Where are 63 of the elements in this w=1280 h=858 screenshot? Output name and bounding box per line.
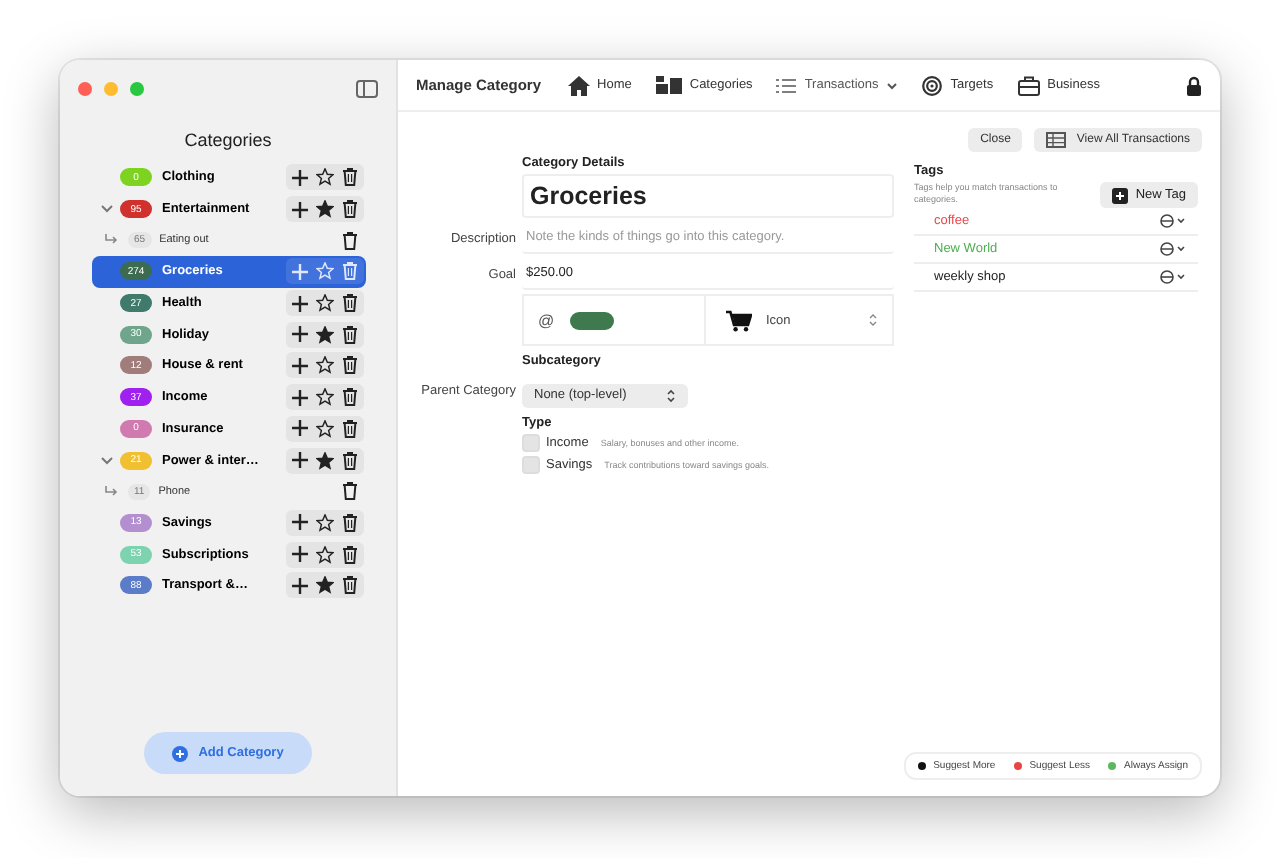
close-window-control[interactable] xyxy=(78,81,92,95)
trash-icon[interactable] xyxy=(342,325,358,344)
trash-icon[interactable] xyxy=(342,419,358,438)
star-icon[interactable] xyxy=(316,388,334,407)
star-icon[interactable] xyxy=(316,356,334,375)
trash-icon[interactable] xyxy=(342,545,358,564)
trash-icon[interactable] xyxy=(342,168,358,187)
rule-menu-icon[interactable] xyxy=(1160,214,1188,228)
sidebar-title: Categories xyxy=(182,130,274,150)
list-icon xyxy=(776,77,797,93)
plus-icon[interactable] xyxy=(292,452,308,469)
caret-icon xyxy=(886,81,899,89)
star-icon[interactable] xyxy=(316,545,334,564)
plus-icon[interactable] xyxy=(292,169,308,186)
plus-circle-icon xyxy=(172,745,189,761)
briefcase-icon xyxy=(1017,75,1040,95)
updown-icon xyxy=(868,312,878,328)
plus-icon[interactable] xyxy=(292,546,308,563)
rule-menu-icon[interactable] xyxy=(1160,270,1188,284)
plus-icon[interactable] xyxy=(292,420,308,437)
star-icon[interactable] xyxy=(316,513,334,532)
plus-icon[interactable] xyxy=(292,389,308,406)
star-icon[interactable] xyxy=(316,451,334,470)
color-swatch[interactable] xyxy=(570,311,615,329)
cart-icon xyxy=(726,309,752,331)
rule-menu-icon[interactable] xyxy=(1160,242,1188,256)
return-arrow-icon xyxy=(104,234,118,247)
trash-icon[interactable] xyxy=(342,294,358,313)
trash-icon[interactable] xyxy=(342,576,358,595)
trash-icon[interactable] xyxy=(342,513,358,532)
blocks-icon xyxy=(655,76,682,94)
star-icon[interactable] xyxy=(316,200,334,219)
lock-icon[interactable] xyxy=(1186,75,1202,95)
sidebar-toggle-icon[interactable] xyxy=(356,79,378,97)
trash-icon[interactable] xyxy=(342,482,358,501)
star-icon[interactable] xyxy=(316,168,334,187)
plus-icon[interactable] xyxy=(292,577,308,594)
plus-icon[interactable] xyxy=(292,357,308,374)
chevron-icon[interactable] xyxy=(99,204,113,215)
updown-icon xyxy=(666,387,677,403)
chevron-icon[interactable] xyxy=(99,455,113,466)
trash-icon[interactable] xyxy=(342,356,358,375)
checkbox[interactable] xyxy=(522,434,540,452)
table-icon xyxy=(1046,132,1067,148)
plus-square-icon xyxy=(1111,187,1128,203)
return-arrow-icon xyxy=(104,485,118,498)
at-symbol: @ xyxy=(538,311,555,329)
star-icon[interactable] xyxy=(316,576,334,595)
name-field[interactable]: Groceries xyxy=(522,174,894,218)
star-icon[interactable] xyxy=(316,419,334,438)
plus-icon[interactable] xyxy=(292,295,308,312)
plus-icon[interactable] xyxy=(292,514,308,531)
plus-icon[interactable] xyxy=(292,201,308,218)
target-icon xyxy=(922,75,943,95)
trash-icon[interactable] xyxy=(342,388,358,407)
house-icon xyxy=(567,75,590,95)
trash-icon[interactable] xyxy=(342,231,358,250)
star-icon[interactable] xyxy=(316,325,334,344)
checkbox[interactable] xyxy=(522,456,540,474)
trash-icon[interactable] xyxy=(342,200,358,219)
star-icon[interactable] xyxy=(316,294,334,313)
trash-icon[interactable] xyxy=(342,451,358,470)
plus-icon[interactable] xyxy=(292,326,308,343)
